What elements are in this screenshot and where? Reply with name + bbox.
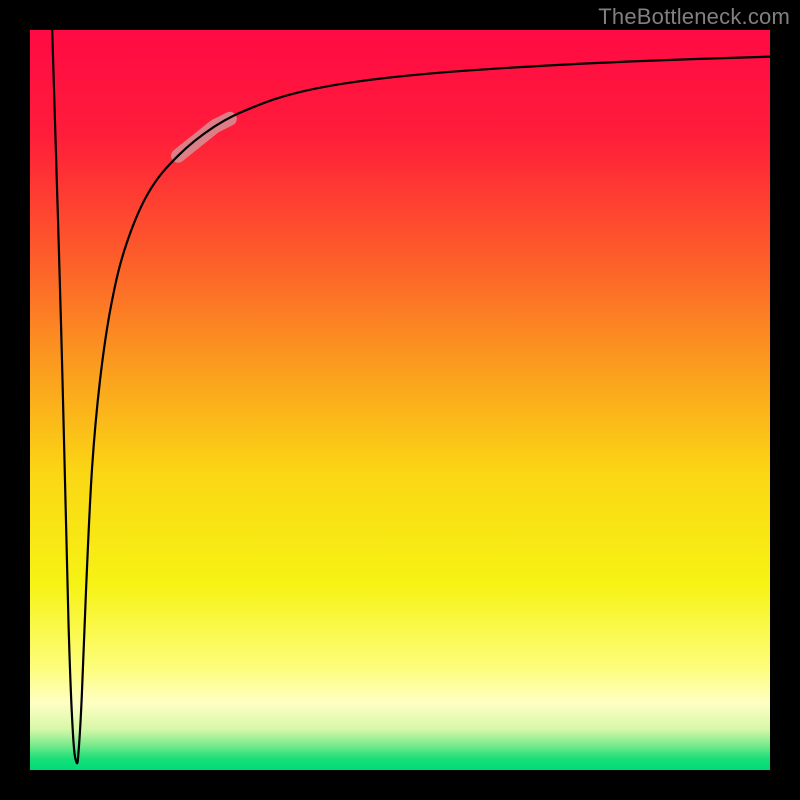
watermark-text: TheBottleneck.com <box>598 4 790 30</box>
bottleneck-chart <box>0 0 800 800</box>
plot-background-gradient <box>30 30 770 770</box>
chart-stage: TheBottleneck.com <box>0 0 800 800</box>
